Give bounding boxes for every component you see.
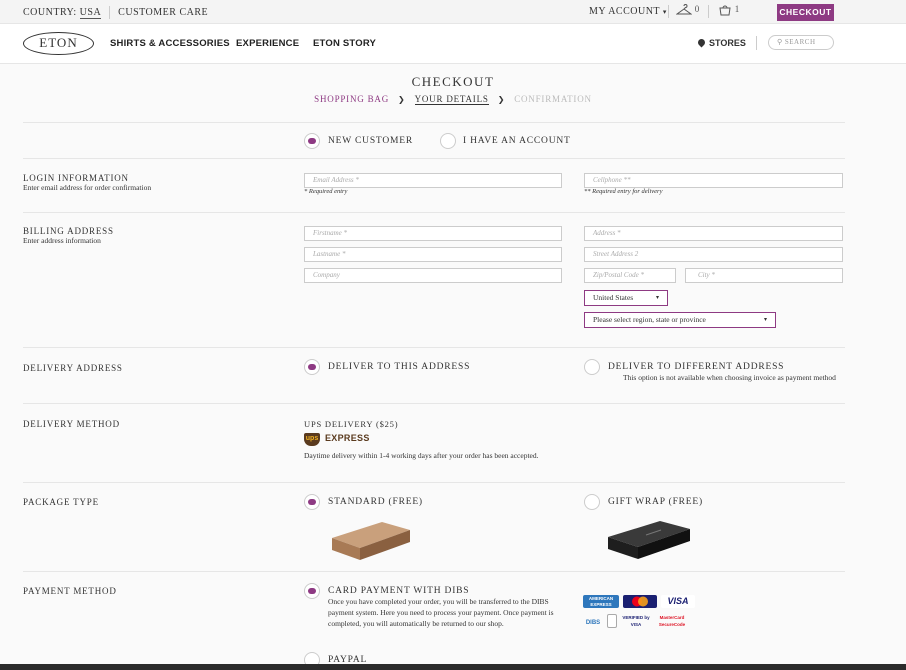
dibs-logo: DIBS (585, 620, 601, 626)
cellphone-field[interactable]: Cellphone ** (584, 173, 843, 188)
step-shopping-bag[interactable]: SHOPPING BAG (314, 94, 389, 104)
mastercard-securecode-logo: MasterCard SecureCode (658, 615, 686, 627)
step-your-details: YOUR DETAILS (414, 94, 489, 105)
deliver-different-address-radio[interactable] (584, 359, 600, 375)
divider (668, 5, 669, 18)
login-section-title: LOGIN INFORMATION (23, 173, 129, 183)
visa-logo: VISA (661, 595, 695, 608)
city-field[interactable]: City * (685, 268, 843, 283)
eton-logo[interactable]: ETON (23, 32, 94, 55)
verified-by-visa-logo: VERIFIED by VISA (622, 615, 650, 627)
bag-icon (719, 5, 731, 16)
amex-logo: AMERICAN EXPRESS (583, 595, 619, 608)
delivery-address-title: DELIVERY ADDRESS (23, 363, 123, 373)
nav-experience[interactable]: EXPERIENCE (236, 38, 299, 49)
email-field[interactable]: Email Address * (304, 173, 562, 188)
card-payment-label: CARD PAYMENT WITH DIBS (328, 586, 470, 596)
delivery-method-title: DELIVERY METHOD (23, 419, 120, 429)
chevron-down-icon: ▾ (763, 316, 767, 323)
address-field[interactable]: Address * (584, 226, 843, 241)
payment-logos: AMERICAN EXPRESS VISA DIBS VERIFIED by V… (583, 595, 703, 637)
region-select[interactable]: Please select region, state or province ▾ (584, 312, 776, 328)
customer-care-link[interactable]: CUSTOMER CARE (118, 7, 208, 18)
have-account-label: I HAVE AN ACCOUNT (463, 136, 571, 146)
new-customer-radio[interactable] (304, 133, 320, 149)
standard-package-label: STANDARD (FREE) (328, 497, 423, 507)
standard-box-image (332, 522, 410, 560)
deliver-different-note: This option is not available when choosi… (623, 373, 836, 382)
ups-express-label: EXPRESS (325, 433, 370, 443)
email-hint: * Required entry (304, 188, 348, 195)
main-nav: ETON SHIRTS & ACCESSORIES EXPERIENCE ETO… (0, 24, 906, 64)
page-title: CHECKOUT (411, 74, 495, 89)
stores-link[interactable]: STORES (696, 37, 746, 48)
divider (23, 403, 845, 404)
login-section-subtitle: Enter email address for order confirmati… (23, 183, 152, 192)
chevron-right-icon: ❯ (497, 95, 506, 104)
chevron-down-icon: ▾ (662, 8, 667, 16)
nav-shirts-accessories[interactable]: SHIRTS & ACCESSORIES (110, 38, 230, 49)
ups-logo: ups (304, 433, 320, 446)
mastercard-circles-icon (632, 596, 648, 607)
checkout-content: CHECKOUT SHOPPING BAG ❯ YOUR DETAILS ❯ CONFI… (0, 64, 906, 670)
search-icon: ⚲ (777, 38, 783, 46)
delivery-method-note: Daytime delivery within 1-4 working days… (304, 451, 539, 460)
divider (23, 122, 845, 123)
step-confirmation: CONFIRMATION (514, 94, 592, 104)
bag-count: 1 (734, 4, 740, 14)
standard-package-radio[interactable] (304, 494, 320, 510)
country-selector[interactable]: COUNTRY: USA (23, 6, 102, 19)
lastname-field[interactable]: Lastname * (304, 247, 562, 262)
chevron-right-icon: ❯ (398, 95, 406, 104)
cellphone-hint: ** Required entry for delivery (584, 188, 663, 195)
payment-method-title: PAYMENT METHOD (23, 586, 117, 596)
street-address-2-field[interactable]: Street Address 2 (584, 247, 843, 262)
divider (756, 36, 757, 50)
billing-section-subtitle: Enter address information (23, 236, 101, 245)
deliver-this-address-radio[interactable] (304, 359, 320, 375)
card-payment-radio[interactable] (304, 583, 320, 599)
divider (109, 6, 111, 19)
location-pin-icon (696, 37, 707, 48)
country-value: USA (79, 6, 102, 19)
gift-wrap-radio[interactable] (584, 494, 600, 510)
firstname-field[interactable]: Firstname * (304, 226, 562, 241)
checkout-steps: SHOPPING BAG ❯ YOUR DETAILS ❯ CONFIRMATION (0, 94, 906, 105)
nav-eton-story[interactable]: ETON STORY (313, 38, 376, 49)
top-left-links: COUNTRY: USA CUSTOMER CARE (23, 6, 208, 19)
company-field[interactable]: Company (304, 268, 562, 283)
deliver-different-address-label: DELIVER TO DIFFERENT ADDRESS (608, 362, 785, 372)
shopping-bag-link[interactable]: 1 (718, 4, 739, 19)
divider (23, 571, 845, 572)
chevron-down-icon: ▾ (655, 294, 659, 301)
divider (708, 5, 709, 18)
wishlist-count: 0 (694, 4, 700, 14)
divider (23, 158, 845, 159)
billing-section-title: BILLING ADDRESS (23, 226, 114, 236)
deliver-this-address-label: DELIVER TO THIS ADDRESS (328, 362, 471, 372)
new-customer-label: NEW CUSTOMER (328, 136, 413, 146)
top-bar: COUNTRY: USA CUSTOMER CARE MY ACCOUNT ▾ 0… (0, 0, 906, 24)
gift-wrap-label: GIFT WRAP (FREE) (608, 497, 703, 507)
package-type-title: PACKAGE TYPE (23, 497, 99, 507)
card-payment-note: Once you have completed your order, you … (328, 597, 554, 628)
search-input[interactable]: ⚲ SEARCH (768, 35, 834, 50)
checkout-button[interactable]: CHECKOUT (777, 4, 834, 21)
my-account-menu[interactable]: MY ACCOUNT ▾ (589, 6, 667, 17)
divider (23, 347, 845, 348)
divider (23, 212, 845, 213)
divider (23, 482, 845, 483)
hanger-icon (675, 4, 693, 15)
zip-field[interactable]: Zip/Postal Code * (584, 268, 676, 283)
padlock-icon (607, 614, 617, 628)
gift-box-image (608, 521, 690, 559)
country-select[interactable]: United States ▾ (584, 290, 668, 306)
have-account-radio[interactable] (440, 133, 456, 149)
mastercard-logo (623, 595, 657, 608)
wishlist-link[interactable]: 0 (675, 4, 700, 19)
ups-delivery-label: UPS DELIVERY ($25) (304, 419, 399, 429)
browser-status-bar (0, 664, 906, 670)
